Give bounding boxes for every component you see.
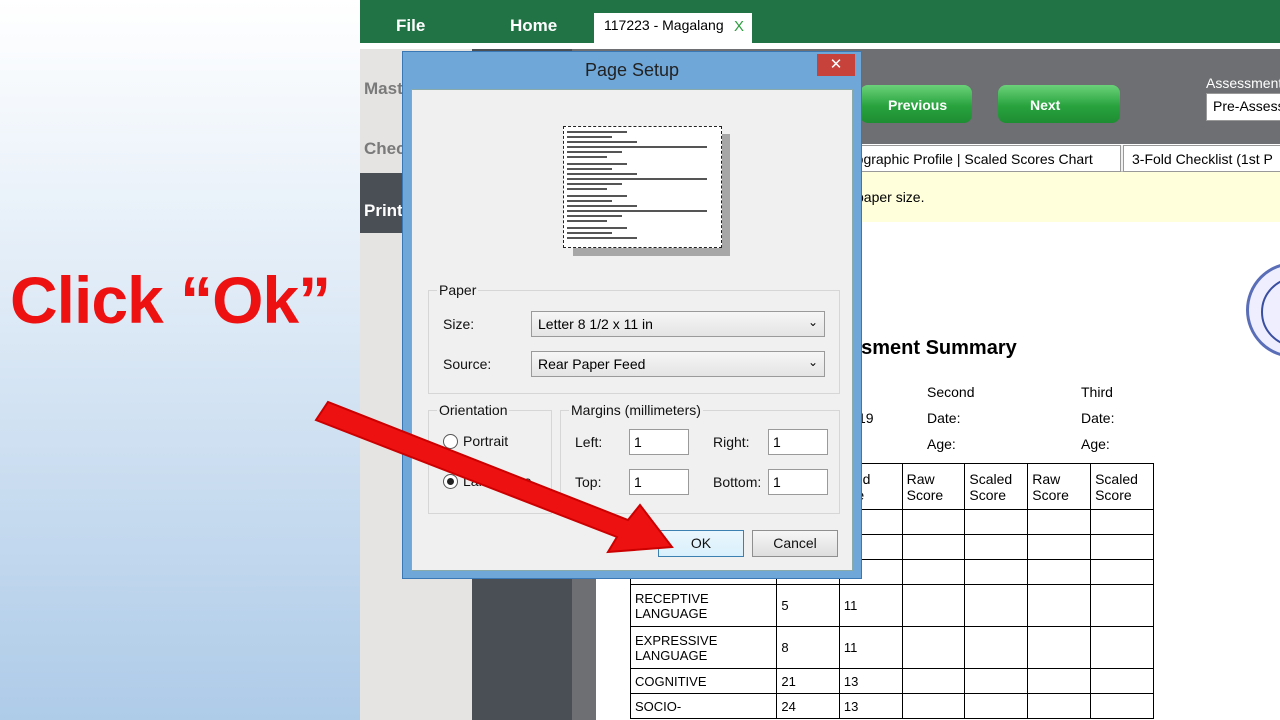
ok-button[interactable]: OK <box>658 530 744 557</box>
top-margin-input[interactable]: 1 <box>629 469 689 495</box>
second-date-label: Date: <box>927 410 961 426</box>
domain-cell: COGNITIVE <box>629 668 778 694</box>
bottom-margin-value: 1 <box>773 474 781 490</box>
table-row: RECEPTIVE LANGUAGE 5 11 <box>629 584 1154 627</box>
document-tab[interactable]: 117223 - Magalang X <box>594 13 752 43</box>
paper-source-dropdown[interactable]: Rear Paper Feed ⌄ <box>531 351 825 377</box>
page-preview <box>563 126 722 248</box>
previous-label: Previous <box>888 97 948 113</box>
excel-icon: X <box>734 18 745 35</box>
menu-file[interactable]: File <box>396 16 425 36</box>
tab-demographic-label: mographic Profile | Scaled Scores Chart <box>844 151 1093 167</box>
chevron-down-icon: ⌄ <box>807 315 818 329</box>
domain-cell: EXPRESSIVE LANGUAGE <box>629 626 778 669</box>
bottom-margin-label: Bottom: <box>713 474 762 490</box>
slide-background <box>0 0 360 720</box>
orientation-group: Orientation Portrait Landscape <box>428 402 552 514</box>
chevron-down-icon: ⌄ <box>807 355 818 369</box>
left-panel-item-checklist[interactable]: Chec <box>364 139 406 159</box>
paper-source-value: Rear Paper Feed <box>538 356 646 372</box>
tab-demographic-profile[interactable]: mographic Profile | Scaled Scores Chart <box>836 145 1121 172</box>
page-setup-dialog: Page Setup ✕ Paper Size: Letter 8 1/2 x … <box>402 51 862 579</box>
tab-checklist-label: 3-Fold Checklist (1st P <box>1132 151 1273 167</box>
landscape-label[interactable]: Landscape <box>463 473 532 489</box>
bottom-margin-input[interactable]: 1 <box>768 469 828 495</box>
portrait-label[interactable]: Portrait <box>463 433 508 449</box>
next-label: Next <box>1030 97 1061 113</box>
top-margin-value: 1 <box>634 474 642 490</box>
margins-group-label: Margins (millimeters) <box>569 402 703 418</box>
table-row: SOCIO- 24 13 <box>629 693 1154 719</box>
scaled-cell: 13 <box>838 693 903 719</box>
margins-group: Margins (millimeters) Left: 1 Right: 1 T… <box>560 402 840 514</box>
left-margin-value: 1 <box>634 434 642 450</box>
third-age-label: Age: <box>1081 436 1110 452</box>
cancel-button[interactable]: Cancel <box>752 530 838 557</box>
assessment-label: Assessment <box>1206 75 1280 91</box>
paper-size-value: Letter 8 1/2 x 11 in <box>538 316 653 332</box>
landscape-radio[interactable] <box>443 474 458 489</box>
paper-group: Paper Size: Letter 8 1/2 x 11 in ⌄ Sourc… <box>428 282 840 394</box>
assessment-value: Pre-Assess <box>1213 98 1280 114</box>
domain-cell: RECEPTIVE LANGUAGE <box>629 584 778 627</box>
paper-group-label: Paper <box>437 282 479 298</box>
scaled-cell: 13 <box>838 668 903 694</box>
raw-cell: 24 <box>776 693 840 719</box>
table-row: COGNITIVE 21 13 <box>629 668 1154 694</box>
paper-size-dropdown[interactable]: Letter 8 1/2 x 11 in ⌄ <box>531 311 825 337</box>
dialog-close-button[interactable]: ✕ <box>817 54 855 76</box>
top-menu-bar: File Home 117223 - Magalang X <box>360 0 1280 43</box>
top-margin-label: Top: <box>575 474 602 490</box>
raw-cell: 21 <box>776 668 840 694</box>
orientation-group-label: Orientation <box>437 402 510 418</box>
domain-cell: SOCIO- <box>629 693 778 719</box>
left-panel-item-print-label: Print <box>364 201 403 220</box>
scaled-cell: 11 <box>838 584 903 627</box>
header-cell-second-scaled: Scaled Score <box>964 463 1029 510</box>
second-age-label: Age: <box>927 436 956 452</box>
assessment-select[interactable]: Pre-Assess <box>1206 93 1280 121</box>
document-tab-title: 117223 - Magalang <box>604 17 724 33</box>
portrait-radio[interactable] <box>443 434 458 449</box>
size-label: Size: <box>443 316 475 332</box>
right-margin-label: Right: <box>713 434 750 450</box>
scaled-cell: 11 <box>838 626 903 669</box>
header-cell-second-raw: Raw Score <box>901 463 966 510</box>
header-second: Second <box>927 384 975 400</box>
next-button[interactable]: Next <box>998 85 1120 123</box>
notice-text: paper size. <box>856 189 925 205</box>
header-cell-third-raw: Raw Score <box>1027 463 1092 510</box>
menu-home[interactable]: Home <box>510 16 557 36</box>
table-row: EXPRESSIVE LANGUAGE 8 11 <box>629 626 1154 669</box>
raw-cell: 5 <box>776 584 840 627</box>
previous-button[interactable]: Previous <box>860 85 972 123</box>
header-cell-third-scaled: Scaled Score <box>1090 463 1154 510</box>
tab-3-fold-checklist[interactable]: 3-Fold Checklist (1st P <box>1123 145 1280 172</box>
dialog-client-area: Paper Size: Letter 8 1/2 x 11 in ⌄ Sourc… <box>411 89 853 571</box>
raw-cell: 8 <box>776 626 840 669</box>
left-margin-label: Left: <box>575 434 603 450</box>
notice-bar: paper size. <box>836 172 1280 222</box>
right-margin-value: 1 <box>773 434 781 450</box>
dialog-title: Page Setup <box>584 60 680 80</box>
report-title: ssment Summary <box>850 337 1017 359</box>
instruction-text: Click “Ok” <box>10 263 331 337</box>
source-label: Source: <box>443 356 492 372</box>
header-third: Third <box>1081 384 1113 400</box>
left-margin-input[interactable]: 1 <box>629 429 689 455</box>
third-date-label: Date: <box>1081 410 1115 426</box>
right-margin-input[interactable]: 1 <box>768 429 828 455</box>
report-tabbar: mographic Profile | Scaled Scores Chart … <box>836 145 1280 172</box>
